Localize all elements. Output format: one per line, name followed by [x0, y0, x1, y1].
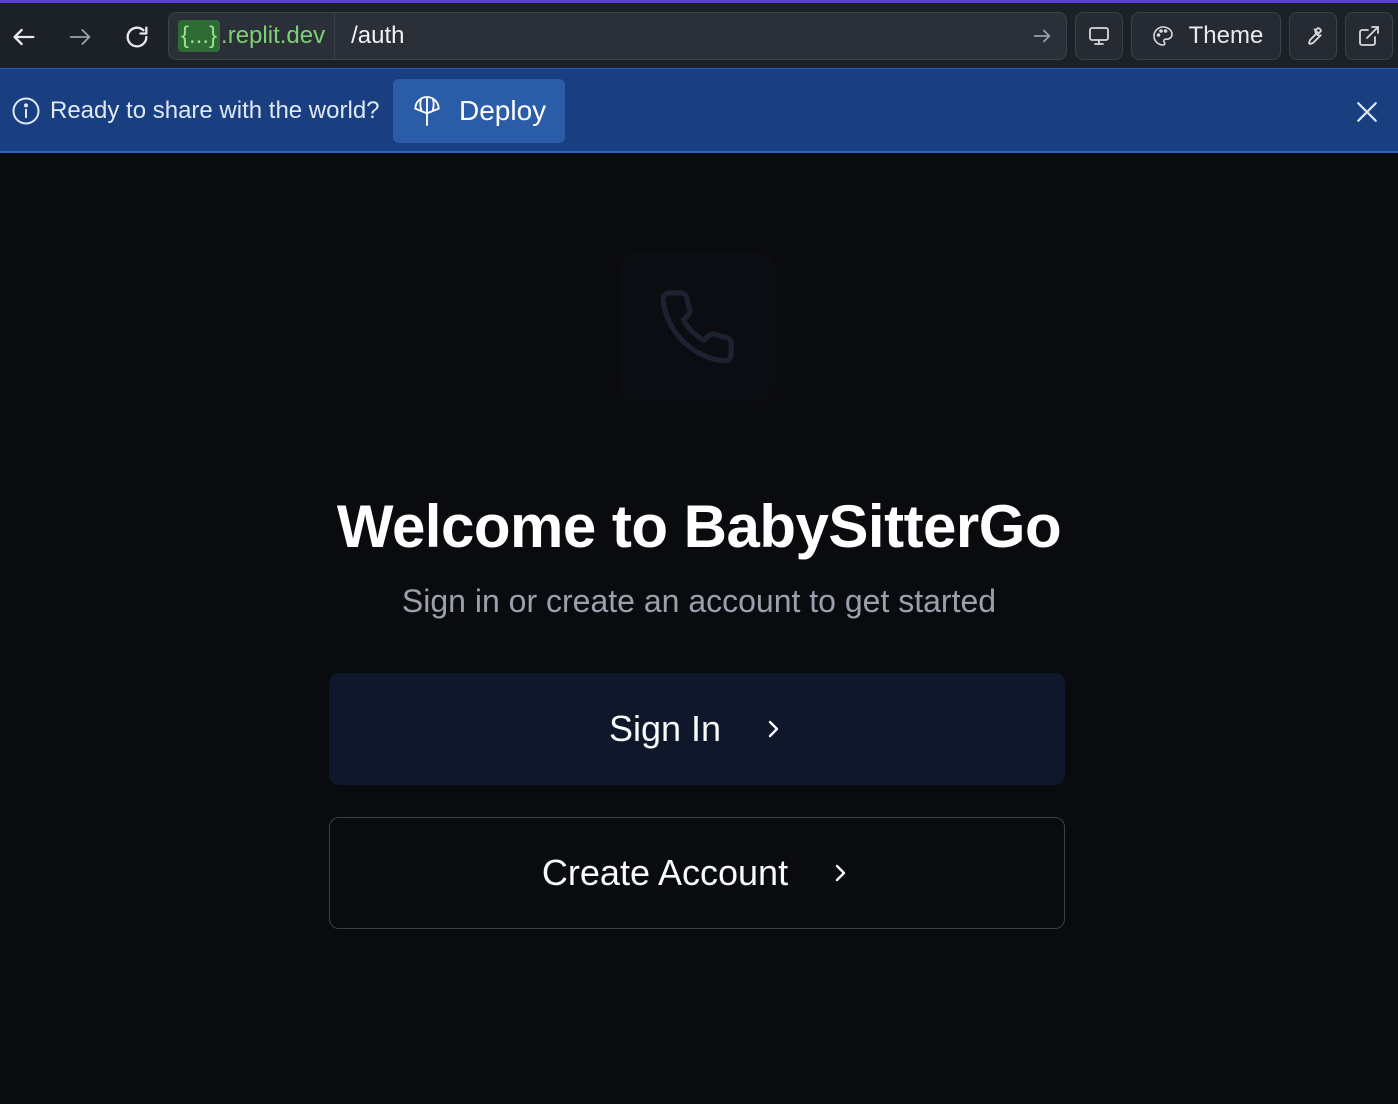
forward-button[interactable] [60, 17, 100, 57]
sign-in-label: Sign In [608, 708, 722, 749]
banner-message: Ready to share with the world? [50, 97, 380, 124]
deploy-banner: Ready to share with the world? Deploy [0, 68, 1398, 153]
sign-in-button[interactable]: Sign In [329, 673, 1065, 785]
palette-icon [1152, 26, 1173, 46]
arrow-right-icon [1033, 29, 1051, 43]
deploy-icon [414, 96, 440, 126]
back-button[interactable] [4, 17, 44, 57]
chevron-right-icon [768, 720, 779, 738]
url-domain-braces: {...} [178, 20, 221, 52]
devtools-button[interactable] [1289, 12, 1337, 60]
browser-toolbar: {...} .replit.dev /auth Theme [0, 3, 1398, 68]
back-icon [13, 28, 35, 46]
monitor-icon [1089, 27, 1109, 45]
theme-label: Theme [1188, 22, 1264, 49]
external-link-icon [1359, 26, 1379, 46]
chevron-right-icon [835, 864, 846, 882]
url-domain: {...} .replit.dev [169, 13, 336, 59]
wrench-icon [1308, 27, 1322, 45]
url-domain-suffix: .replit.dev [221, 22, 326, 49]
forward-icon [69, 29, 91, 45]
page-title: Welcome to BabySitterGo [336, 493, 1062, 560]
url-go-button[interactable] [1018, 13, 1066, 59]
deploy-button[interactable]: Deploy [393, 79, 565, 143]
reload-button[interactable] [117, 17, 157, 57]
page-subtitle: Sign in or create an account to get star… [401, 583, 997, 619]
close-icon[interactable] [1352, 97, 1382, 127]
app-logo [618, 252, 776, 402]
deploy-label: Deploy [459, 95, 547, 126]
phone-icon [660, 290, 734, 364]
info-icon [12, 97, 40, 125]
url-bar[interactable]: {...} .replit.dev /auth [168, 12, 1067, 60]
create-account-label: Create Account [541, 852, 789, 893]
theme-button[interactable]: Theme [1131, 12, 1281, 60]
reload-icon [126, 26, 148, 48]
device-preview-button[interactable] [1075, 12, 1123, 60]
url-path-input[interactable]: /auth [335, 13, 1018, 59]
open-new-tab-button[interactable] [1345, 12, 1393, 60]
create-account-button[interactable]: Create Account [329, 817, 1065, 929]
